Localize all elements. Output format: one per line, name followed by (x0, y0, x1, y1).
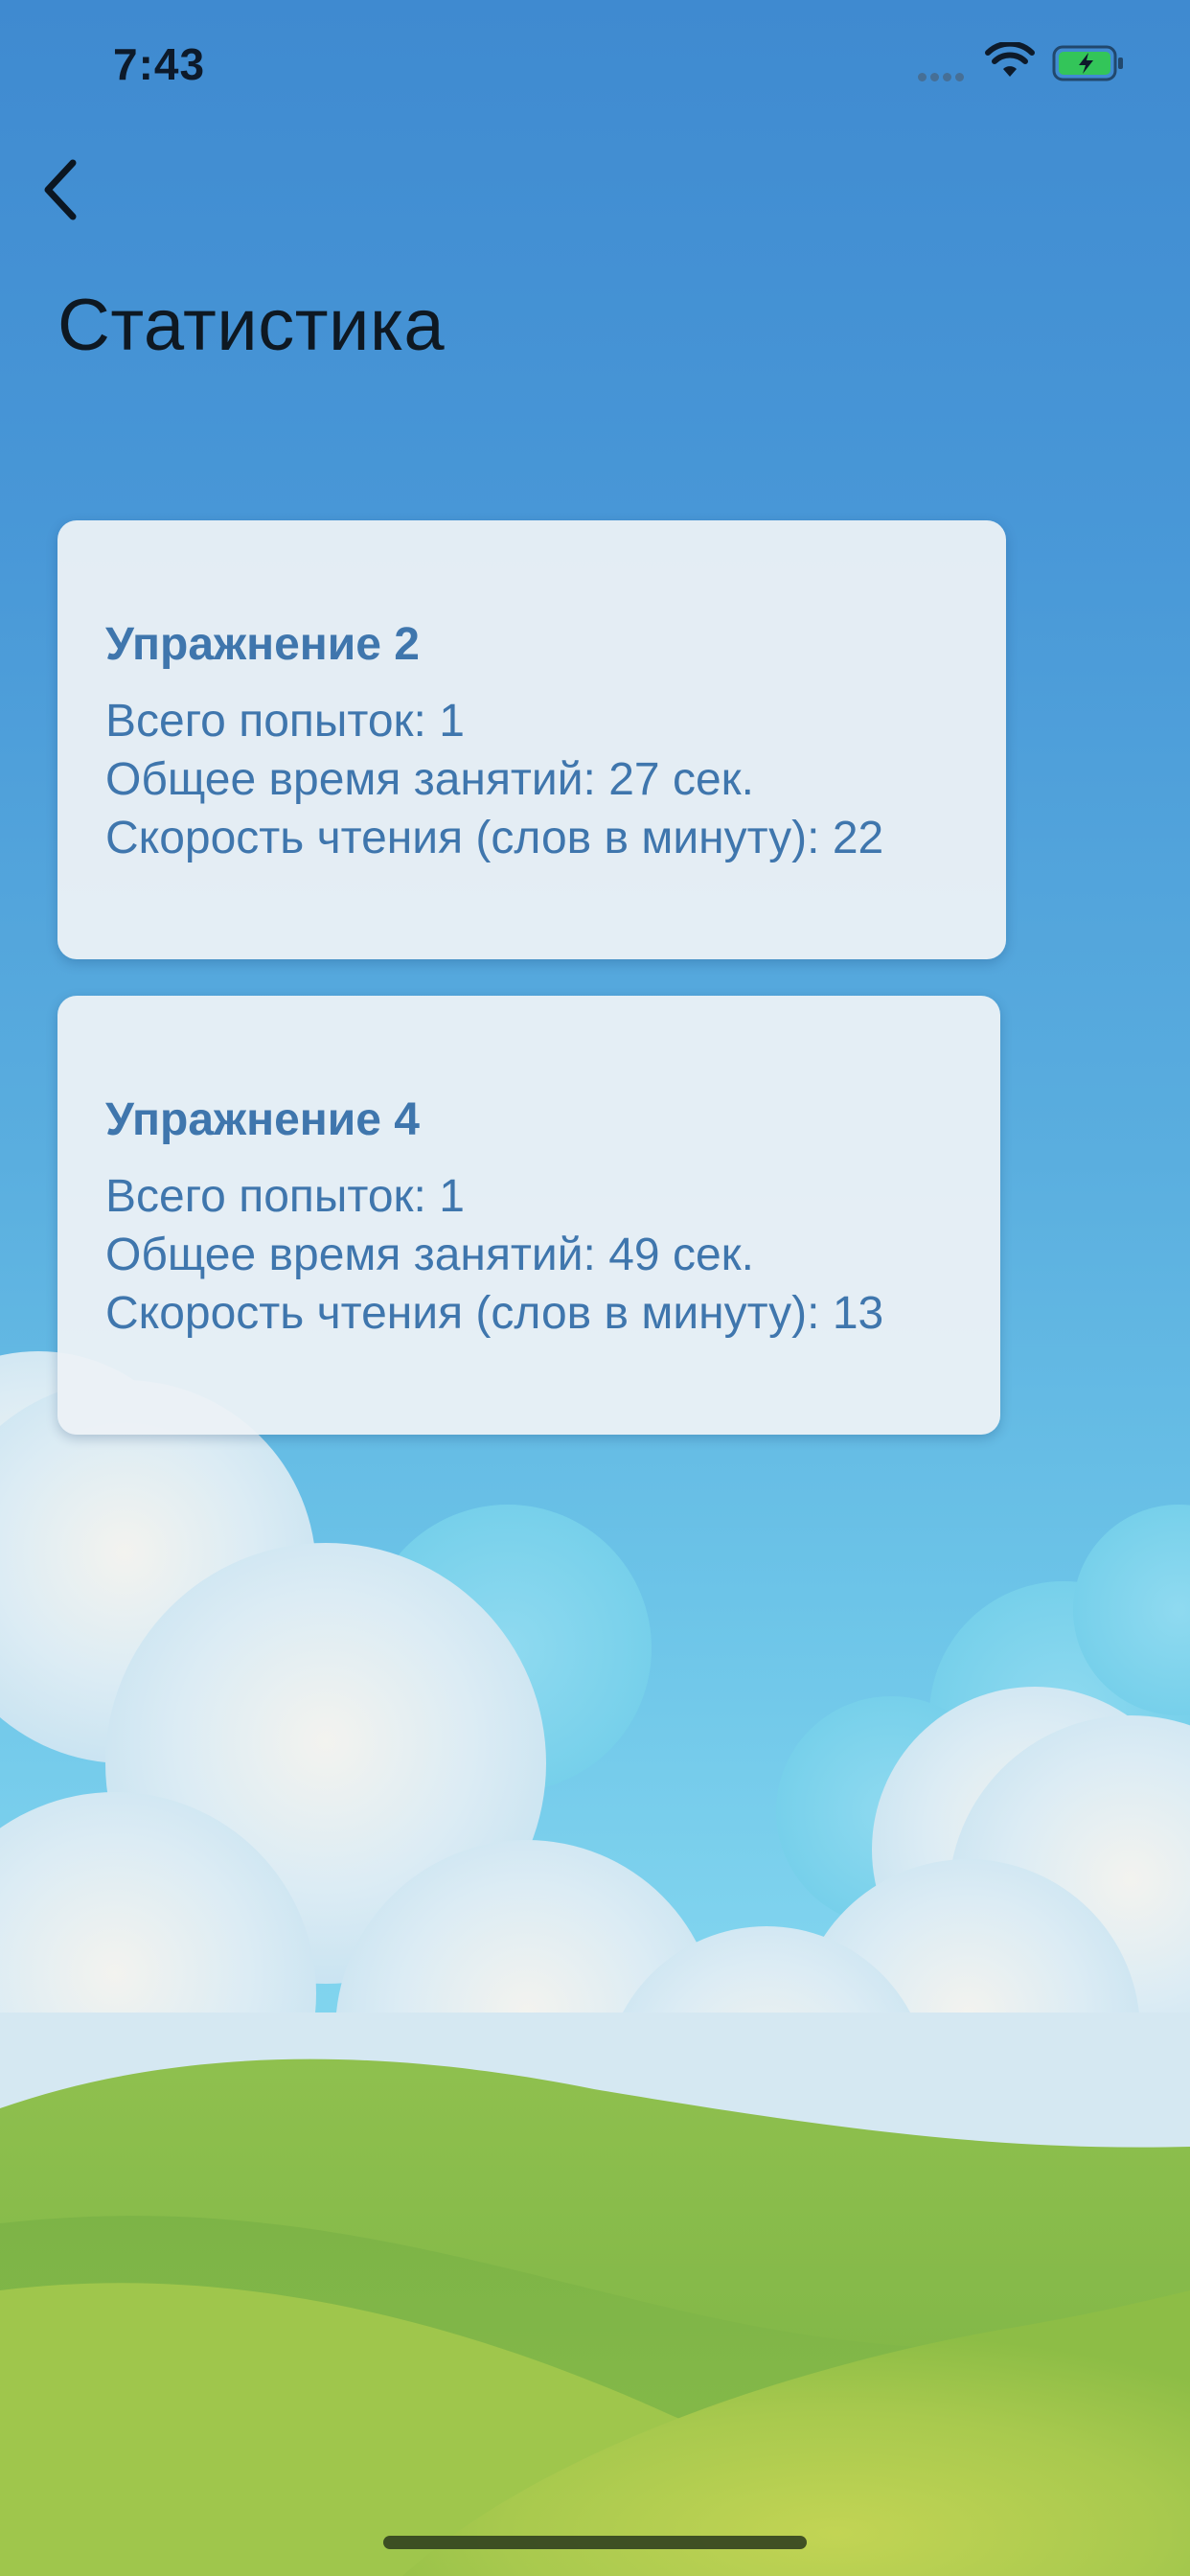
total-time: Общее время занятий: 27 сек. (105, 754, 754, 805)
exercise-stats-card: Упражнение 4 Всего попыток: 1 Общее врем… (57, 996, 1000, 1435)
exercise-title: Упражнение 2 (105, 619, 420, 670)
status-time: 7:43 (113, 39, 206, 89)
attempts-count: Всего попыток: 1 (105, 696, 465, 747)
back-button[interactable] (27, 153, 94, 226)
battery-charging-icon (1052, 45, 1123, 81)
wifi-icon (985, 42, 1035, 77)
reading-speed: Скорость чтения (слов в минуту): 22 (105, 813, 884, 863)
cellular-signal-icon (918, 69, 972, 81)
exercise-stats-card: Упражнение 2 Всего попыток: 1 Общее врем… (57, 520, 1006, 959)
home-indicator[interactable] (383, 2536, 807, 2549)
page-title: Статистика (57, 285, 446, 366)
screen: 7:43 Статистика Упражнение 2 Всего попыт… (0, 0, 1190, 2576)
exercise-title: Упражнение 4 (105, 1094, 420, 1145)
chevron-left-icon (44, 159, 77, 220)
total-time: Общее время занятий: 49 сек. (105, 1230, 754, 1280)
attempts-count: Всего попыток: 1 (105, 1171, 465, 1222)
reading-speed: Скорость чтения (слов в минуту): 13 (105, 1288, 884, 1339)
